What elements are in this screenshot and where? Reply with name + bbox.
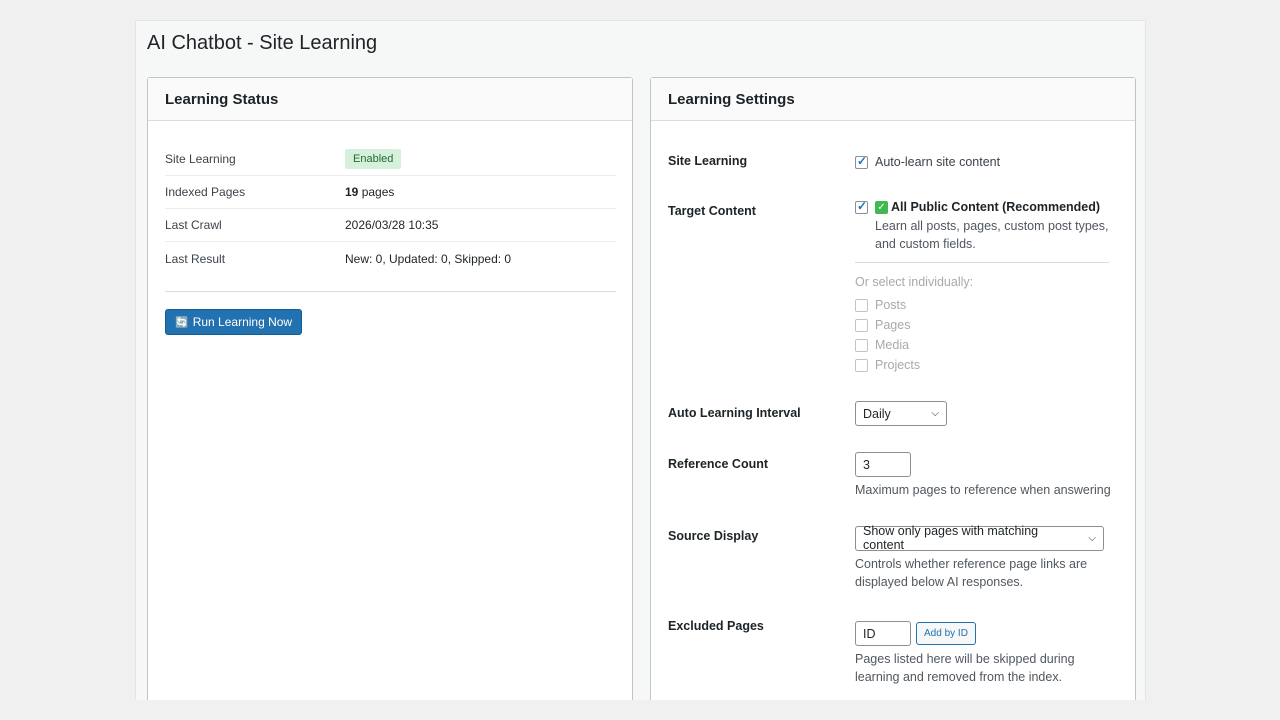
status-label: Last Crawl <box>165 218 222 232</box>
last-crawl-value: 2026/03/28 10:35 <box>345 218 439 232</box>
status-badge: Enabled <box>345 148 402 169</box>
run-learning-button[interactable]: 🔄 Run Learning Now <box>165 309 303 335</box>
learning-status-card: Learning Status Site Learning Enabled In… <box>147 77 633 700</box>
indexed-pages-value: 19 pages <box>345 185 394 199</box>
learning-settings-card: Learning Settings Site Learning Auto-lea… <box>650 77 1136 700</box>
reference-count-value: 3 <box>863 457 870 472</box>
source-display-help-1: Controls whether reference page links ar… <box>855 556 1088 571</box>
chevron-down-icon: ⌵ <box>931 408 939 419</box>
reference-count-input[interactable]: 3 <box>855 452 911 477</box>
excluded-pages-label: Excluded Pages <box>668 619 764 633</box>
status-label: Indexed Pages <box>165 185 246 199</box>
all-public-content-desc-1: Learn all posts, pages, custom post type… <box>875 219 1109 233</box>
divider <box>855 262 1109 263</box>
source-display-label: Source Display <box>668 529 759 543</box>
status-row-last-result: Last Result New: 0, Updated: 0, Skipped:… <box>165 242 616 275</box>
reference-count-help: Maximum pages to reference when answerin… <box>855 483 1111 497</box>
interval-selected: Daily <box>863 406 891 421</box>
status-label: Last Result <box>165 251 226 266</box>
excluded-pages-control: ID Add by ID Pages listed here will be s… <box>855 621 1075 686</box>
excluded-page-id-placeholder: ID <box>863 626 876 641</box>
indexed-pages-unit: pages <box>361 185 395 199</box>
chevron-down-icon: ⌵ <box>1088 532 1096 544</box>
target-content-control: ✓ All Public Content (Recommended) Learn… <box>855 197 1108 253</box>
source-display-selected: Show only pages with matching content <box>863 524 1039 552</box>
content-option-projects: Projects <box>855 355 973 375</box>
reference-count-label: Reference Count <box>668 457 769 471</box>
status-table: Site Learning Enabled Indexed Pages 19 p… <box>165 142 616 275</box>
media-label: Media <box>875 338 910 352</box>
all-public-content-desc-2: and custom fields. <box>875 237 976 251</box>
individual-content-control: Or select individually: Posts Pages Medi… <box>855 272 973 375</box>
media-checkbox[interactable] <box>855 338 868 352</box>
interval-label: Auto Learning Interval <box>668 406 801 420</box>
projects-checkbox[interactable] <box>855 358 868 372</box>
all-public-content-label: All Public Content (Recommended) <box>891 200 1101 214</box>
excluded-pages-help-1: Pages listed here will be skipped during <box>855 652 1075 666</box>
settings-page: AI Chatbot - Site Learning Learning Stat… <box>135 20 1146 700</box>
content-option-posts: Posts <box>855 295 973 315</box>
reference-count-control: 3 Maximum pages to reference when answer… <box>855 452 1111 499</box>
auto-learn-label: Auto-learn site content <box>875 155 1001 169</box>
site-learning-label: Site Learning <box>668 154 748 168</box>
excluded-pages-help-2: learning and removed from the index. <box>855 670 1063 684</box>
interval-control: Daily ⌵ <box>855 401 947 426</box>
learning-status-header: Learning Status <box>148 78 632 121</box>
pages-checkbox[interactable] <box>855 318 868 332</box>
last-result-value: New: 0, Updated: 0, Skipped: 0 <box>345 251 512 266</box>
page-title: AI Chatbot - Site Learning <box>147 32 378 54</box>
add-by-id-button[interactable]: Add by ID <box>916 622 976 645</box>
status-row-last-crawl: Last Crawl 2026/03/28 10:35 <box>165 209 616 242</box>
check-mark-icon: ✓ <box>875 200 888 214</box>
content-option-pages: Pages <box>855 315 973 335</box>
posts-label: Posts <box>875 298 907 312</box>
auto-learn-control: Auto-learn site content <box>855 152 1000 172</box>
target-content-label: Target Content <box>668 204 756 218</box>
or-select-label: Or select individually: <box>855 275 974 289</box>
status-label: Site Learning <box>165 151 236 166</box>
source-display-select[interactable]: Show only pages with matching content ⌵ <box>855 524 1104 552</box>
content-option-media: Media <box>855 335 973 355</box>
run-learning-label: Run Learning Now <box>192 315 293 329</box>
auto-learn-checkbox[interactable] <box>855 154 868 169</box>
projects-label: Projects <box>875 358 921 372</box>
source-display-help-2: displayed below AI responses. <box>855 574 1024 589</box>
indexed-pages-count: 19 <box>345 185 359 199</box>
interval-select[interactable]: Daily ⌵ <box>855 401 947 426</box>
source-display-control: Show only pages with matching content ⌵ … <box>855 524 1104 591</box>
excluded-page-id-input[interactable]: ID <box>855 621 911 646</box>
posts-checkbox[interactable] <box>855 298 868 312</box>
refresh-icon: 🔄 <box>175 316 189 329</box>
status-row-indexed-pages: Indexed Pages 19 pages <box>165 176 616 209</box>
divider <box>165 291 616 292</box>
pages-label: Pages <box>875 318 911 332</box>
all-public-content-checkbox[interactable] <box>855 199 868 214</box>
learning-settings-header: Learning Settings <box>651 78 1135 121</box>
status-row-site-learning: Site Learning Enabled <box>165 142 616 176</box>
